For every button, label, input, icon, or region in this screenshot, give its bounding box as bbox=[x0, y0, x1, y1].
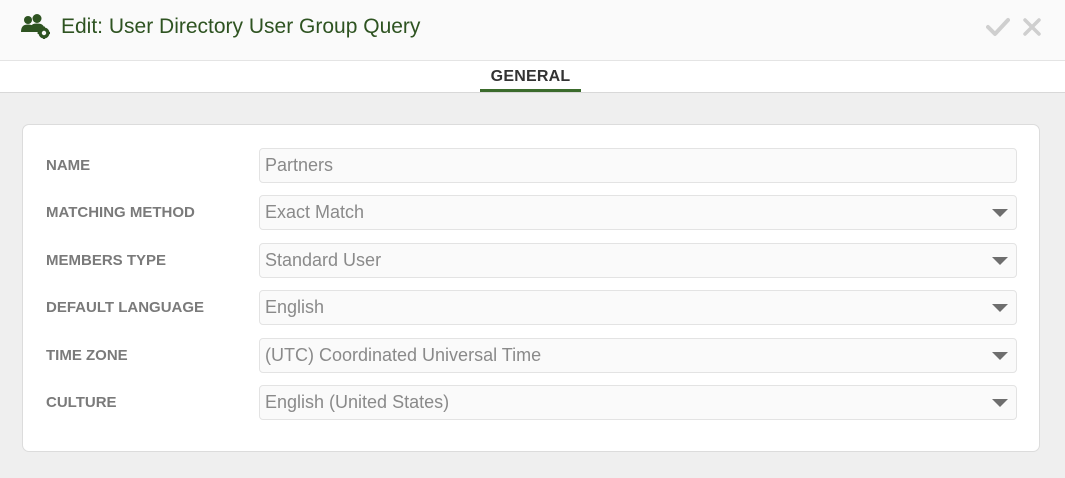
close-button[interactable] bbox=[1019, 14, 1045, 40]
dialog-header: Edit: User Directory User Group Query bbox=[0, 0, 1065, 61]
settings-card: NAME Partners MATCHING METHOD Exact Matc… bbox=[22, 124, 1040, 452]
name-value: Partners bbox=[265, 155, 334, 175]
members-type-label: MEMBERS TYPE bbox=[46, 252, 167, 269]
form-row-name: NAME Partners bbox=[23, 148, 1039, 184]
members-type-select[interactable]: Standard User bbox=[259, 243, 1017, 278]
culture-select[interactable]: English (United States) bbox=[259, 385, 1017, 420]
matching-method-label: MATCHING METHOD bbox=[46, 204, 195, 221]
default-language-value: English bbox=[265, 297, 325, 317]
name-label: NAME bbox=[46, 157, 91, 174]
name-field[interactable]: Partners bbox=[259, 148, 1017, 183]
matching-method-value: Exact Match bbox=[265, 202, 365, 222]
form-row-default-language: DEFAULT LANGUAGE English bbox=[23, 290, 1039, 326]
tab-general[interactable]: GENERAL bbox=[480, 61, 581, 92]
culture-label: CULTURE bbox=[46, 394, 117, 411]
chevron-down-icon bbox=[992, 304, 1008, 312]
matching-method-select[interactable]: Exact Match bbox=[259, 195, 1017, 230]
save-button[interactable] bbox=[985, 14, 1011, 40]
time-zone-label: TIME ZONE bbox=[46, 347, 128, 364]
default-language-label: DEFAULT LANGUAGE bbox=[46, 299, 205, 316]
form-row-members-type: MEMBERS TYPE Standard User bbox=[23, 243, 1039, 279]
close-icon bbox=[1023, 18, 1041, 36]
chevron-down-icon bbox=[992, 209, 1008, 217]
time-zone-select[interactable]: (UTC) Coordinated Universal Time bbox=[259, 338, 1017, 373]
chevron-down-icon bbox=[992, 257, 1008, 265]
tab-bar: GENERAL bbox=[0, 61, 1065, 93]
form-row-culture: CULTURE English (United States) bbox=[23, 385, 1039, 421]
default-language-select[interactable]: English bbox=[259, 290, 1017, 325]
checkmark-icon bbox=[986, 18, 1010, 36]
chevron-down-icon bbox=[992, 399, 1008, 407]
time-zone-value: (UTC) Coordinated Universal Time bbox=[265, 345, 542, 365]
dialog-title: Edit: User Directory User Group Query bbox=[61, 15, 421, 38]
members-type-value: Standard User bbox=[265, 250, 382, 270]
culture-value: English (United States) bbox=[265, 392, 450, 412]
form-row-time-zone: TIME ZONE (UTC) Coordinated Universal Ti… bbox=[23, 338, 1039, 374]
chevron-down-icon bbox=[992, 352, 1008, 360]
user-group-icon bbox=[21, 14, 50, 39]
form-row-matching-method: MATCHING METHOD Exact Match bbox=[23, 195, 1039, 231]
